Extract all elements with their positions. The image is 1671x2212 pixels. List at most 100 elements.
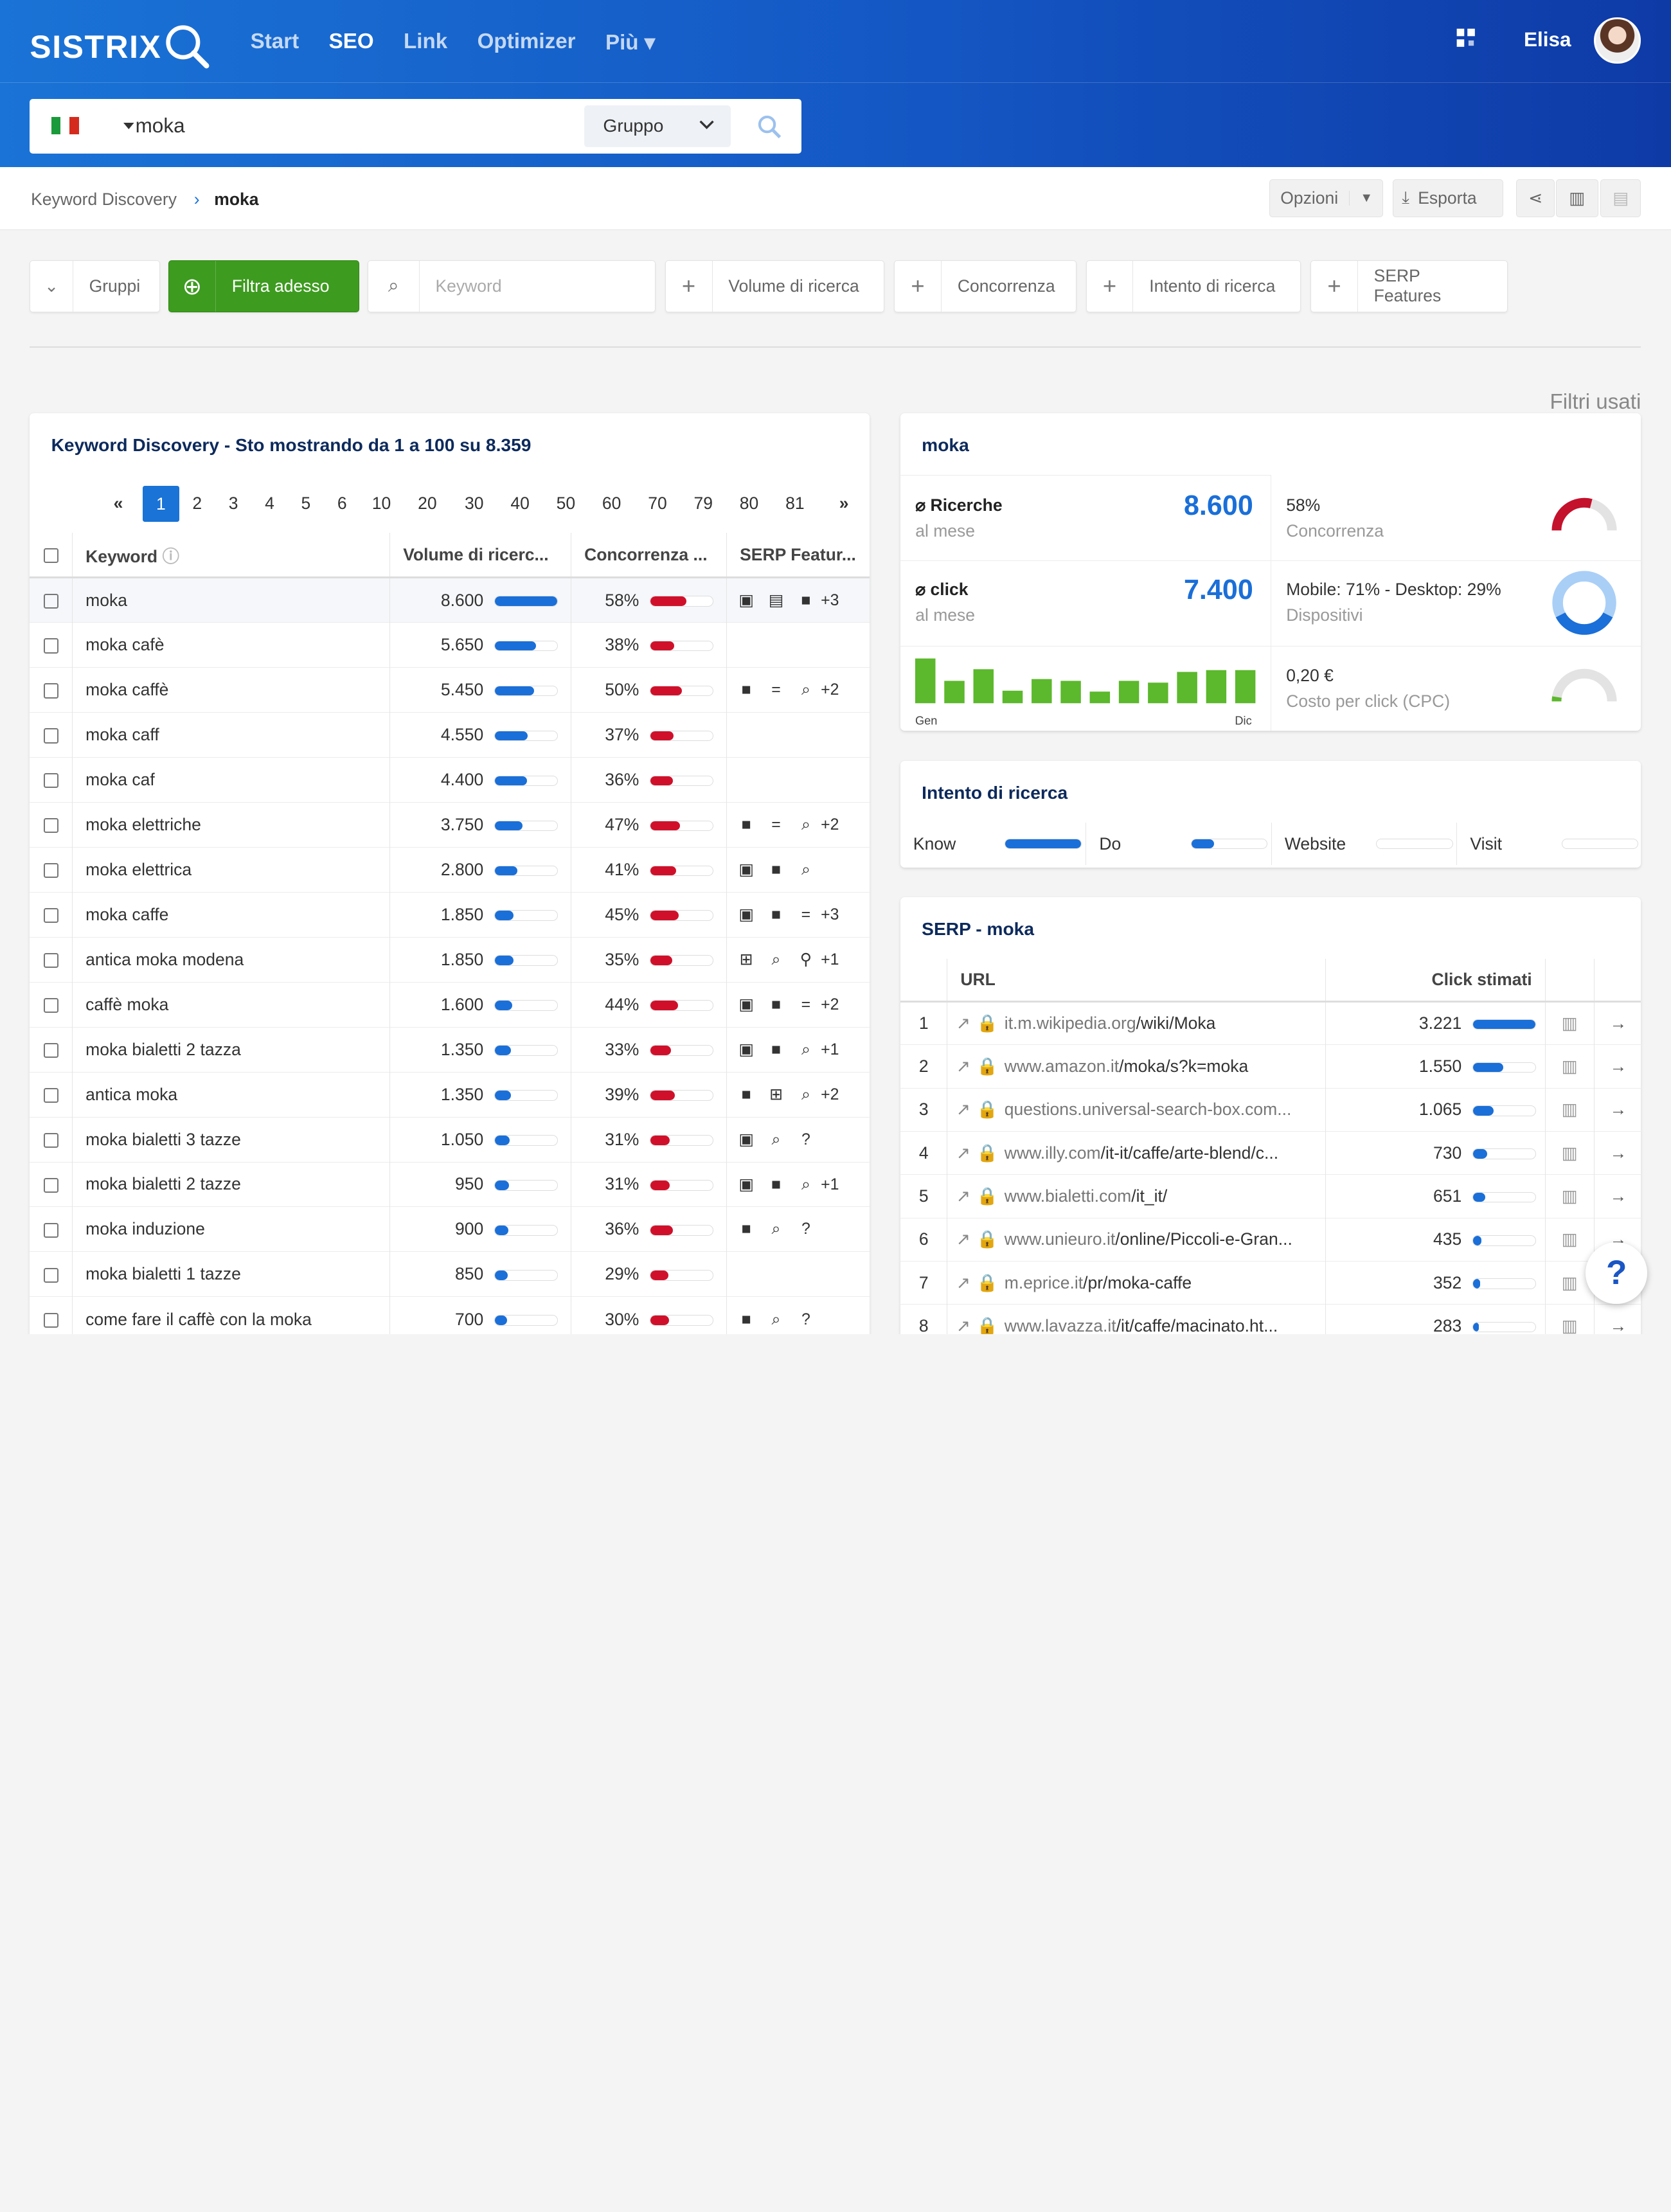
table-row[interactable]: moka caffè 5.450 50% ■ = ⌕ +2 [30, 667, 870, 713]
more-features[interactable]: +1 [821, 1040, 839, 1058]
page-link[interactable]: 6 [324, 494, 360, 513]
serp-row[interactable]: 5 ↗ 🔒 www.bialetti.com/it_it/651 ▥ → [900, 1174, 1641, 1218]
serp-path[interactable]: /it-it/caffe/arte-blend/c... [1101, 1143, 1279, 1163]
video-icon[interactable]: ■ [731, 1220, 761, 1238]
keyword-cell[interactable]: moka bialetti 2 tazza [72, 1026, 391, 1073]
keyword-cell[interactable]: moka caff [72, 711, 391, 758]
share-icon[interactable]: ⋖ [1516, 179, 1555, 218]
page-link[interactable]: 3 [215, 494, 251, 513]
news-icon[interactable]: ▤ [761, 591, 791, 610]
serp-row[interactable]: 4 ↗ 🔒 www.illy.com/it-it/caffe/arte-blend/c… [900, 1130, 1641, 1175]
image-icon[interactable]: ▣ [731, 860, 761, 879]
more-features[interactable]: +2 [821, 816, 839, 834]
more-features[interactable]: +3 [821, 591, 839, 609]
table-row[interactable]: moka 8.600 58% ▣ ▤ ■ +3 [30, 577, 870, 623]
more-features[interactable]: +3 [821, 905, 839, 923]
intent-item[interactable]: Website [1271, 822, 1456, 866]
serp-row[interactable]: 1 ↗ 🔒 it.m.wikipedia.org/wiki/Moka 3.221 ▥ → [900, 1001, 1641, 1045]
competition-filter[interactable]: + Concorrenza [894, 260, 1077, 312]
nav-more[interactable]: Più ▾ [605, 30, 655, 55]
image-icon[interactable]: ▣ [731, 1130, 761, 1149]
pin-icon[interactable]: ⚲ [791, 950, 821, 969]
image-icon[interactable]: ▣ [731, 1175, 761, 1194]
page-link[interactable]: 20 [409, 494, 445, 513]
serp-path[interactable]: /it/caffe/macinato.ht... [1116, 1316, 1278, 1334]
search-icon[interactable]: ⌕ [791, 861, 821, 879]
image-icon[interactable]: ▣ [731, 905, 761, 924]
row-checkbox[interactable] [43, 593, 58, 609]
video-icon[interactable]: ■ [731, 1085, 761, 1104]
serp-path[interactable]: /wiki/Moka [1136, 1013, 1216, 1033]
chevron-down-icon[interactable] [123, 122, 134, 129]
question-icon[interactable]: ? [791, 1310, 821, 1329]
page-link[interactable]: 10 [363, 494, 399, 513]
more-features[interactable]: +1 [821, 950, 839, 968]
serp-row[interactable]: 2 ↗ 🔒 www.amazon.it/moka/s?k=moka 1.550 ▥ → [900, 1044, 1641, 1089]
grid-icon[interactable]: ⊞ [761, 1085, 791, 1104]
arrow-right-icon[interactable]: → [1594, 1130, 1641, 1175]
col-clicks[interactable]: Click stimati [1325, 959, 1546, 1003]
keyword-cell[interactable]: moka bialetti 1 tazze [72, 1251, 391, 1297]
page-link[interactable]: 30 [456, 494, 492, 513]
arrow-right-icon[interactable]: → [1594, 1001, 1641, 1045]
help-button[interactable]: ? [1586, 1242, 1648, 1305]
col-volume[interactable]: Volume di ricerc... [389, 532, 572, 579]
serp-domain[interactable]: www.lavazza.it [1005, 1316, 1116, 1334]
keyword-cell[interactable]: moka caffè [72, 667, 391, 713]
keyword-filter[interactable]: ⌕ Keyword [368, 260, 656, 312]
external-link-icon[interactable]: ↗ [956, 1013, 970, 1033]
search-icon[interactable]: ⌕ [791, 681, 821, 699]
external-link-icon[interactable]: ↗ [956, 1229, 970, 1249]
page-link[interactable]: 79 [685, 494, 721, 513]
serp-domain[interactable]: www.unieuro.it [1005, 1229, 1115, 1249]
search-input[interactable]: moka [136, 114, 185, 138]
serp-domain[interactable]: it.m.wikipedia.org [1005, 1013, 1136, 1033]
row-checkbox[interactable] [43, 773, 58, 789]
keyword-cell[interactable]: antica moka [72, 1071, 391, 1118]
video-icon[interactable]: ■ [761, 905, 791, 924]
keyword-cell[interactable]: moka cafè [72, 622, 391, 668]
pdf-icon[interactable]: ▤ [1600, 179, 1641, 218]
row-checkbox[interactable] [43, 908, 58, 923]
equals-icon[interactable]: = [791, 905, 821, 924]
table-row[interactable]: moka caf 4.400 36% [30, 756, 870, 803]
external-link-icon[interactable]: ↗ [956, 1143, 970, 1163]
row-checkbox[interactable] [43, 1222, 58, 1238]
keyword-cell[interactable]: moka bialetti 2 tazze [72, 1161, 391, 1207]
table-row[interactable]: moka induzione 900 36% ■ ⌕? [30, 1206, 870, 1252]
filter-now-button[interactable]: ⊕ Filtra adesso [168, 260, 359, 312]
keyword-cell[interactable]: moka caffe [72, 891, 391, 938]
keyword-cell[interactable]: moka induzione [72, 1206, 391, 1252]
keyword-cell[interactable]: moka caf [72, 756, 391, 803]
row-checkbox[interactable] [43, 998, 58, 1013]
table-row[interactable]: moka bialetti 2 tazza 1.350 33% ▣ ■ ⌕ +1 [30, 1026, 870, 1073]
chart-icon[interactable]: ▥ [1545, 1001, 1595, 1045]
help-icon[interactable]: ⓘ [162, 547, 179, 566]
chart-icon[interactable]: ▥ [1545, 1304, 1595, 1334]
row-checkbox[interactable] [43, 1267, 58, 1283]
arrow-right-icon[interactable]: → [1594, 1087, 1641, 1132]
question-icon[interactable]: ? [791, 1130, 821, 1149]
row-checkbox[interactable] [43, 1132, 58, 1148]
search-icon[interactable]: ⌕ [791, 1040, 821, 1059]
col-competition[interactable]: Concorrenza ... [571, 532, 728, 579]
video-icon[interactable]: ■ [761, 1040, 791, 1059]
keyword-cell[interactable]: antica moka modena [72, 936, 391, 983]
video-icon[interactable]: ■ [791, 591, 821, 610]
row-checkbox[interactable] [43, 1312, 58, 1328]
external-link-icon[interactable]: ↗ [956, 1273, 970, 1292]
equals-icon[interactable]: = [761, 681, 791, 699]
video-icon[interactable]: ■ [761, 861, 791, 879]
sistrix-logo[interactable]: SISTRIX [30, 23, 210, 70]
row-checkbox[interactable] [43, 818, 58, 834]
col-url[interactable]: URL [947, 959, 1327, 1003]
external-link-icon[interactable]: ↗ [956, 1316, 970, 1334]
col-keyword[interactable]: Keyword ⓘ [72, 532, 391, 579]
page-link[interactable]: 80 [731, 494, 767, 513]
page-link[interactable]: « [100, 494, 136, 513]
external-link-icon[interactable]: ↗ [956, 1100, 970, 1119]
groups-button[interactable]: ⌄ Gruppi [30, 260, 160, 312]
apps-grid-icon[interactable] [1456, 28, 1477, 49]
search-icon[interactable]: ⌕ [791, 816, 821, 834]
table-row[interactable]: moka caffe 1.850 45% ▣ ■ = +3 [30, 891, 870, 938]
